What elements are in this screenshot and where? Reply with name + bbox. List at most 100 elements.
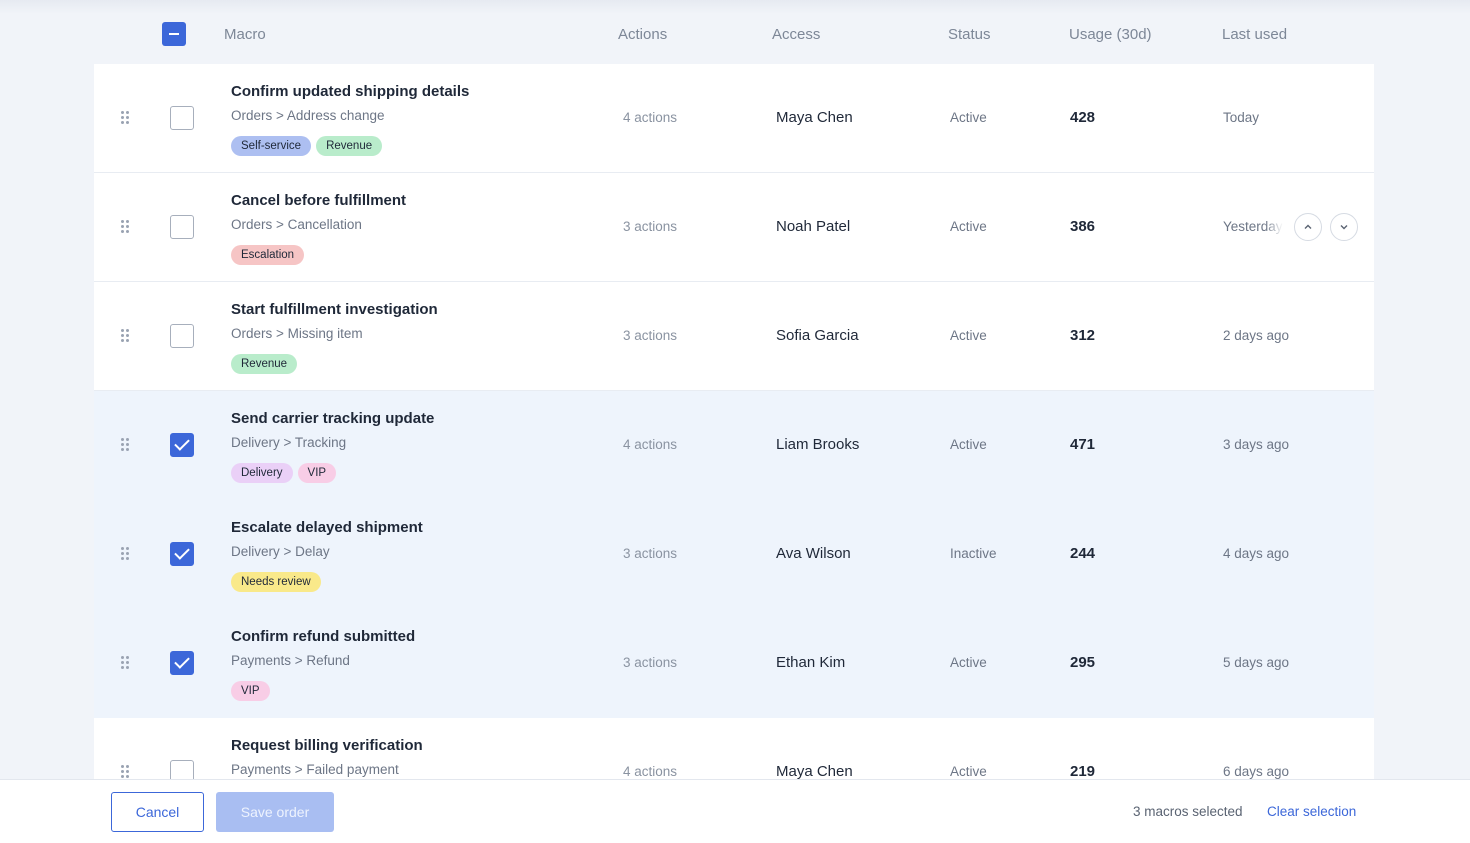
macro-category-path: Orders > Address change [231, 108, 385, 123]
macro-title[interactable]: Start fulfillment investigation [231, 301, 438, 318]
macro-title[interactable]: Confirm refund submitted [231, 628, 415, 645]
header-macro[interactable]: Macro [224, 26, 266, 43]
tag-list: VIP [231, 681, 270, 701]
macro-category-path: Delivery > Delay [231, 544, 330, 559]
access-owner: Maya Chen [776, 109, 853, 126]
usage-count: 471 [1070, 436, 1096, 453]
status-text: Active [950, 655, 987, 670]
chevron-up-icon [1304, 224, 1312, 229]
macro-title[interactable]: Escalate delayed shipment [231, 519, 423, 536]
last-used: 2 days ago [1223, 328, 1290, 343]
move-down-button[interactable] [1330, 213, 1358, 241]
usage-count: 295 [1070, 654, 1096, 671]
tag-list: Escalation [231, 245, 305, 265]
actions-count: 3 actions [623, 219, 678, 234]
move-up-button[interactable] [1294, 213, 1322, 241]
status-text: Active [950, 328, 987, 343]
cancel-button[interactable]: Cancel [111, 792, 204, 832]
macro-category-path: Delivery > Tracking [231, 435, 347, 450]
macro-category-path: Orders > Cancellation [231, 217, 362, 232]
usage-count: 312 [1070, 327, 1096, 344]
tag-list: Needs review [231, 572, 321, 592]
tag-badge: Revenue [231, 354, 298, 374]
table-row[interactable]: Escalate delayed shipment Delivery > Dela… [94, 500, 1374, 609]
last-used: Yesterday [1223, 219, 1283, 234]
tag-badge: Revenue [316, 136, 383, 156]
actions-count: 4 actions [623, 437, 678, 452]
status-text: Active [950, 219, 987, 234]
last-used: 4 days ago [1223, 546, 1290, 561]
tag-badge: Self-service [231, 136, 312, 156]
status-text: Active [950, 437, 987, 452]
row-checkbox[interactable] [170, 215, 194, 239]
drag-handle-icon[interactable] [121, 547, 131, 561]
macro-category-path: Payments > Failed payment [231, 762, 399, 777]
tag-badge: VIP [231, 681, 270, 701]
access-owner: Maya Chen [776, 763, 853, 779]
status-text: Active [950, 764, 987, 779]
actions-count: 4 actions [623, 764, 678, 779]
last-used: 3 days ago [1223, 437, 1290, 452]
access-owner: Sofia Garcia [776, 327, 859, 344]
usage-count: 428 [1070, 109, 1096, 126]
clear-selection-link[interactable]: Clear selection [1267, 804, 1356, 819]
macro-title[interactable]: Cancel before fulfillment [231, 192, 406, 209]
header-usage[interactable]: Usage (30d) [1069, 26, 1152, 43]
row-checkbox[interactable] [170, 542, 194, 566]
macro-table-body: Confirm updated shipping details Orders >… [94, 64, 1374, 779]
usage-count: 244 [1070, 545, 1096, 562]
footer-bar: Cancel Save order 3 macros selected Clea… [0, 779, 1470, 843]
drag-handle-icon[interactable] [121, 765, 131, 779]
access-owner: Liam Brooks [776, 436, 860, 453]
last-used: 6 days ago [1223, 764, 1290, 779]
access-owner: Noah Patel [776, 218, 851, 235]
tag-badge: VIP [297, 463, 337, 483]
access-owner: Ethan Kim [776, 654, 846, 671]
table-row[interactable]: Confirm refund submitted Payments > Refun… [94, 609, 1374, 718]
row-checkbox[interactable] [170, 760, 194, 779]
macro-title[interactable]: Request billing verification [231, 737, 423, 754]
macro-category-path: Orders > Missing item [231, 326, 363, 341]
table-row[interactable]: Request billing verification Payments > F… [94, 718, 1374, 779]
drag-handle-icon[interactable] [121, 656, 131, 670]
usage-count: 219 [1070, 763, 1096, 779]
status-text: Active [950, 110, 987, 125]
tag-badge: Needs review [231, 572, 321, 592]
table-row[interactable]: Start fulfillment investigation Orders > … [94, 282, 1374, 391]
row-checkbox[interactable] [170, 324, 194, 348]
status-text: Inactive [950, 546, 997, 561]
tag-badge: Delivery [231, 463, 293, 483]
save-order-button[interactable]: Save order [216, 792, 334, 832]
last-used: 5 days ago [1223, 655, 1290, 670]
header-status[interactable]: Status [948, 26, 991, 43]
selection-count: 3 macros selected [1133, 804, 1243, 819]
actions-count: 3 actions [623, 655, 678, 670]
macro-title[interactable]: Confirm updated shipping details [231, 83, 469, 100]
actions-count: 4 actions [623, 110, 678, 125]
table-row[interactable]: Confirm updated shipping details Orders >… [94, 64, 1374, 173]
select-all-checkbox[interactable] [162, 22, 186, 46]
actions-count: 3 actions [623, 328, 678, 343]
tag-badge: Escalation [231, 245, 305, 265]
header-actions[interactable]: Actions [618, 26, 667, 43]
macro-title[interactable]: Send carrier tracking update [231, 410, 434, 427]
row-checkbox[interactable] [170, 651, 194, 675]
drag-handle-icon[interactable] [121, 329, 131, 343]
table-row[interactable]: Cancel before fulfillment Orders > Cancel… [94, 173, 1374, 282]
last-used: Today [1223, 110, 1260, 125]
table-header: Macro Actions Access Status Usage (30d) … [94, 0, 1374, 64]
tag-list: Delivery VIP [231, 463, 337, 483]
row-checkbox[interactable] [170, 433, 194, 457]
drag-handle-icon[interactable] [121, 438, 131, 452]
actions-count: 3 actions [623, 546, 678, 561]
tag-list: Self-service Revenue [231, 136, 383, 156]
header-access[interactable]: Access [772, 26, 820, 43]
drag-handle-icon[interactable] [121, 220, 131, 234]
access-owner: Ava Wilson [776, 545, 851, 562]
header-last-used[interactable]: Last used [1222, 26, 1287, 43]
row-checkbox[interactable] [170, 106, 194, 130]
drag-handle-icon[interactable] [121, 111, 131, 125]
chevron-down-icon [1340, 225, 1348, 230]
macro-category-path: Payments > Refund [231, 653, 350, 668]
table-row[interactable]: Send carrier tracking update Delivery > T… [94, 391, 1374, 500]
